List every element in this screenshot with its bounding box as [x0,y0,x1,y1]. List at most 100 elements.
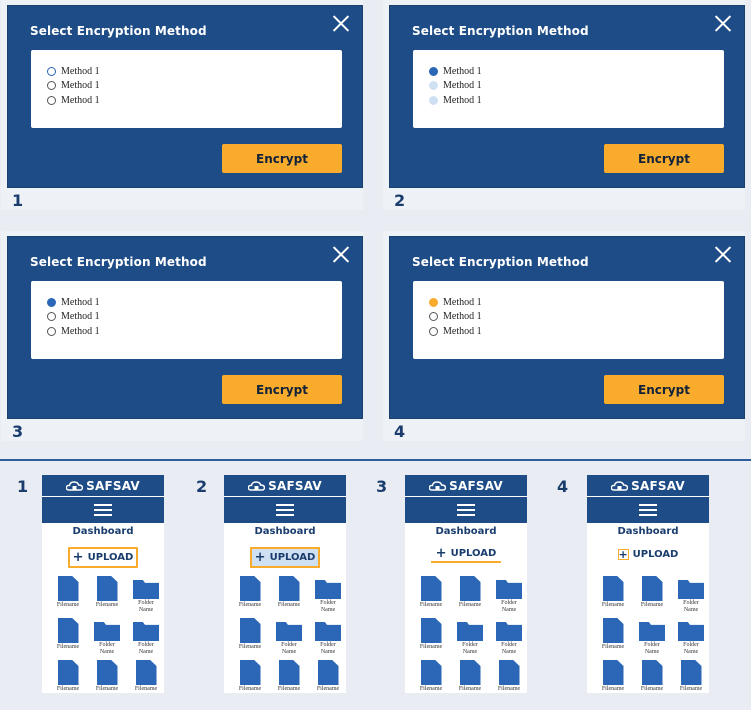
file-item[interactable]: Filename [89,660,125,693]
hamburger-menu-icon[interactable] [587,497,709,523]
radio-option-2[interactable]: Method 1 [47,79,100,91]
folder-item[interactable]: Folder Name [310,576,346,614]
folder-item[interactable]: Folder Name [673,576,709,614]
radio-option-1[interactable]: Method 1 [47,296,100,308]
method-options: Method 1 Method 1 Method 1 [31,281,342,359]
hamburger-menu-icon[interactable] [405,497,527,523]
file-item[interactable]: Filename [310,660,346,693]
close-icon[interactable] [332,245,350,263]
radio-option-2[interactable]: Method 1 [429,310,482,322]
encrypt-button[interactable]: Encrypt [222,375,342,404]
file-icon [459,576,481,601]
cloud-lock-icon [611,480,629,491]
file-item[interactable]: Filename [673,660,709,693]
file-name: Filename [56,602,80,608]
file-item[interactable]: Filename [89,576,125,609]
folder-name: Folder Name [138,642,154,655]
encryption-dialog: Select Encryption Method Method 1 Method… [7,5,363,188]
folder-name: Folder Name [320,600,336,613]
folder-item[interactable]: Folder Name [271,618,307,656]
folder-item[interactable]: Folder Name [673,618,709,656]
folder-item[interactable]: Folder Name [89,618,125,656]
folder-item[interactable]: Folder Name [128,576,164,614]
file-item[interactable]: Filename [595,576,631,609]
folder-name: Folder Name [138,600,154,613]
file-item[interactable]: Filename [634,660,670,693]
hamburger-menu-icon[interactable] [42,497,164,523]
radio-option-1[interactable]: Method 1 [47,65,100,77]
close-icon[interactable] [714,245,732,263]
folder-item[interactable]: Folder Name [452,618,488,656]
file-item[interactable]: Filename [50,576,86,609]
dialog-variant-1: Select Encryption Method Method 1 Method… [1,0,363,210]
file-item[interactable]: Filename [413,576,449,609]
file-item[interactable]: Filename [452,576,488,609]
file-item[interactable]: Filename [452,660,488,693]
file-item[interactable]: Filename [271,660,307,693]
file-item[interactable]: Filename [50,618,86,651]
file-item[interactable]: Filename [595,618,631,651]
plus-icon: + [435,545,447,561]
file-item[interactable]: Filename [232,576,268,609]
file-name: Filename [277,686,301,692]
folder-item[interactable]: Folder Name [634,618,670,656]
radio-option-3[interactable]: Method 1 [47,325,100,337]
file-item[interactable]: Filename [232,618,268,651]
radio-option-3[interactable]: Method 1 [429,325,482,337]
upload-button[interactable]: + UPLOAD [68,547,138,568]
mobile-mockup-1: SAFSAV Dashboard + UPLOAD Filename Filename Fo… [42,475,164,693]
folder-item[interactable]: Folder Name [491,576,527,614]
file-item[interactable]: Filename [413,618,449,651]
file-item[interactable]: Filename [413,660,449,693]
encrypt-button[interactable]: Encrypt [604,375,724,404]
file-icon [96,660,118,685]
folder-name: Folder Name [644,642,660,655]
radio-option-2[interactable]: Method 1 [429,79,482,91]
upload-label: UPLOAD [269,552,316,563]
folder-item[interactable]: Folder Name [128,618,164,656]
file-name: Filename [601,686,625,692]
folder-item[interactable]: Folder Name [491,618,527,656]
upload-label: UPLOAD [87,552,134,563]
dialog-variant-4: Select Encryption Method Method 1 Method… [383,231,745,441]
file-item[interactable]: Filename [271,576,307,609]
encrypt-button[interactable]: Encrypt [222,144,342,173]
hamburger-menu-icon[interactable] [224,497,346,523]
radio-icon [429,326,438,336]
file-icon [135,660,157,685]
upload-button[interactable]: + UPLOAD [250,547,320,568]
radio-option-1[interactable]: Method 1 [429,296,482,308]
cloud-lock-icon [248,480,266,491]
mobile-variant-number: 3 [376,477,388,496]
radio-option-3[interactable]: Method 1 [429,94,482,106]
folder-icon [678,622,704,641]
upload-button[interactable]: + UPLOAD [431,545,501,563]
file-item[interactable]: Filename [491,660,527,693]
encryption-dialog: Select Encryption Method Method 1 Method… [7,236,363,419]
radio-option-1[interactable]: Method 1 [429,65,482,77]
folder-name: Folder Name [281,642,297,655]
file-name: Filename [316,686,340,692]
folder-item[interactable]: Folder Name [310,618,346,656]
radio-icon [47,66,56,76]
dialog-title: Select Encryption Method [30,255,207,269]
close-icon[interactable] [332,14,350,32]
file-icon [278,660,300,685]
file-item[interactable]: Filename [232,660,268,693]
file-item[interactable]: Filename [595,660,631,693]
file-item[interactable]: Filename [634,576,670,609]
file-name: Filename [95,602,119,608]
plus-icon: + [254,550,266,565]
radio-option-2[interactable]: Method 1 [47,310,100,322]
radio-option-3[interactable]: Method 1 [47,94,100,106]
upload-button[interactable]: + UPLOAD [613,545,683,563]
app-header: SAFSAV [587,475,709,496]
close-icon[interactable] [714,14,732,32]
file-item[interactable]: Filename [128,660,164,693]
dialog-title: Select Encryption Method [30,24,207,38]
folder-icon [276,622,302,641]
file-name: Filename [95,686,119,692]
file-item[interactable]: Filename [50,660,86,693]
encrypt-button[interactable]: Encrypt [604,144,724,173]
file-icon [239,660,261,685]
